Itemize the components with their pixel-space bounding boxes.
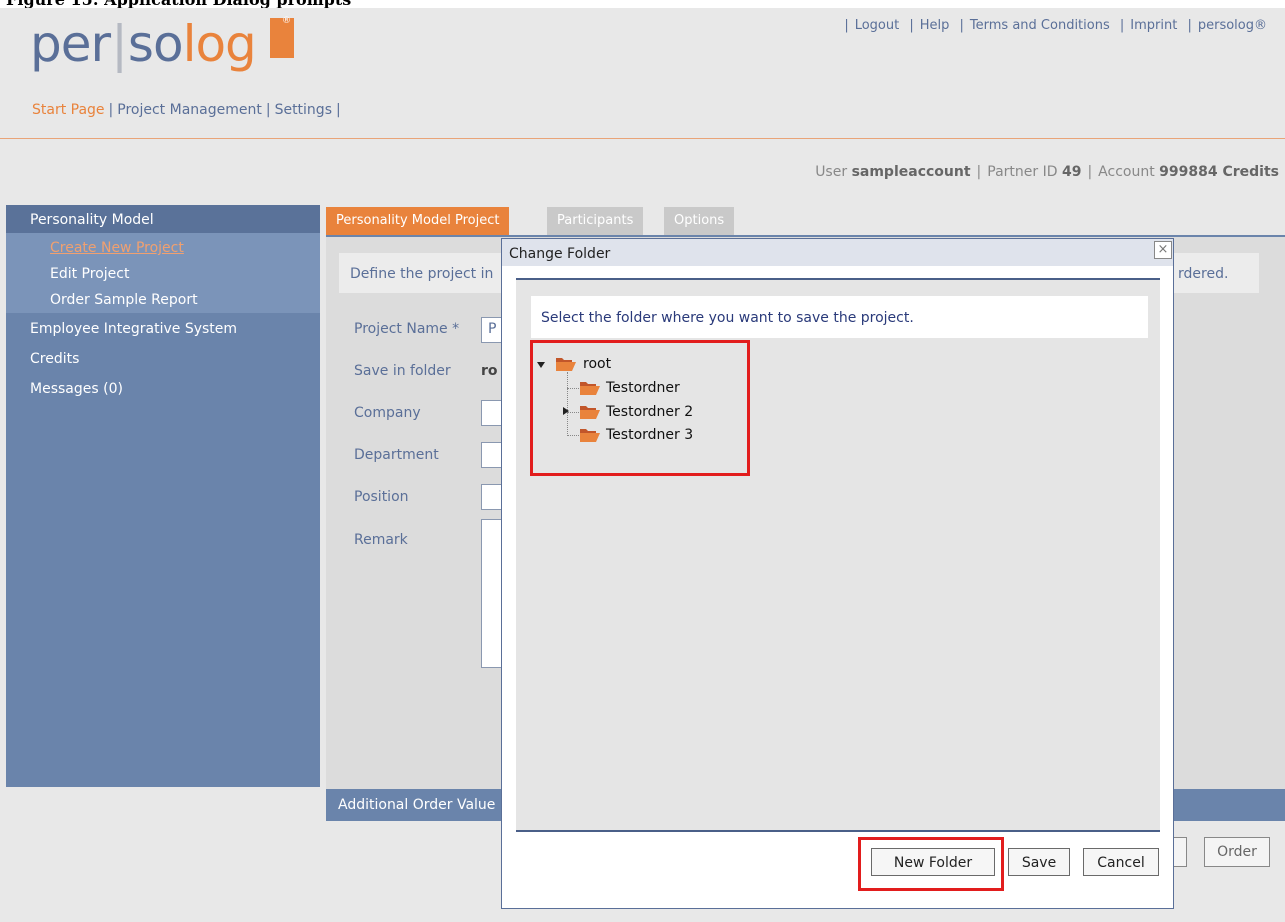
label-position: Position <box>354 489 409 505</box>
folder-value: ro <box>481 363 498 379</box>
info-text-end: rdered. <box>1178 266 1229 282</box>
help-link[interactable]: Help <box>920 18 950 33</box>
sidebar-item-employee-integrative-system[interactable]: Employee Integrative System <box>30 321 237 337</box>
figure-caption: Figure 15: Application Dialog prompts <box>6 0 351 8</box>
sidebar: Personality Model Create New Project Edi… <box>6 205 320 787</box>
order-button[interactable]: Order <box>1204 837 1270 867</box>
tab-personality-model-project[interactable]: Personality Model Project <box>326 207 510 235</box>
label-project-name: Project Name * <box>354 321 460 337</box>
sidebar-item-credits[interactable]: Credits <box>30 351 79 367</box>
label-save-in-folder: Save in folder <box>354 363 451 379</box>
label-company: Company <box>354 405 421 421</box>
account-credits: 999884 Credits <box>1159 164 1279 180</box>
main-navigation: Start Page | Project Management | Settings | <box>32 102 341 118</box>
nav-settings[interactable]: Settings <box>275 102 332 118</box>
header-divider <box>0 138 1285 139</box>
label-department: Department <box>354 447 439 463</box>
label-remark: Remark <box>354 532 408 548</box>
username: sampleaccount <box>851 164 971 180</box>
persolog-link[interactable]: persolog® <box>1198 18 1267 33</box>
tab-participants[interactable]: Participants <box>547 207 644 235</box>
sidebar-item-create-new-project[interactable]: Create New Project <box>50 240 184 256</box>
terms-link[interactable]: Terms and Conditions <box>970 18 1110 33</box>
sidebar-item-edit-project[interactable]: Edit Project <box>50 266 129 282</box>
sidebar-item-messages[interactable]: Messages (0) <box>30 381 123 397</box>
save-button[interactable]: Save <box>1008 848 1070 876</box>
highlight-folder-tree <box>530 340 750 476</box>
nav-project-management[interactable]: Project Management <box>117 102 262 118</box>
cancel-button[interactable]: Cancel <box>1083 848 1159 876</box>
additional-order-label: Additional Order Value <box>338 797 496 813</box>
user-info: User sampleaccount | Partner ID 49 | Account… <box>815 164 1279 180</box>
sidebar-item-personality-model[interactable]: Personality Model <box>30 212 154 228</box>
figure-caption-strip: Figure 15: Application Dialog prompts <box>0 0 1285 8</box>
close-icon[interactable]: × <box>1154 241 1172 259</box>
persolog-logo[interactable]: per|solog <box>30 14 257 74</box>
dialog-divider-bottom <box>516 830 1160 832</box>
logout-link[interactable]: Logout <box>855 18 900 33</box>
imprint-link[interactable]: Imprint <box>1130 18 1177 33</box>
dialog-title: Change Folder <box>509 246 611 262</box>
dialog-instruction: Select the folder where you want to save… <box>541 310 914 326</box>
info-text: Define the project in <box>350 266 494 282</box>
top-navigation: | Logout | Help | Terms and Conditions | Imp… <box>844 18 1267 33</box>
tab-options[interactable]: Options <box>664 207 735 235</box>
logo-registered: ® <box>282 16 291 26</box>
back-button[interactable] <box>1172 837 1187 867</box>
partner-id: 49 <box>1061 164 1082 180</box>
nav-start-page[interactable]: Start Page <box>32 102 105 118</box>
highlight-new-folder <box>858 837 1004 891</box>
sidebar-item-order-sample-report[interactable]: Order Sample Report <box>50 292 198 308</box>
